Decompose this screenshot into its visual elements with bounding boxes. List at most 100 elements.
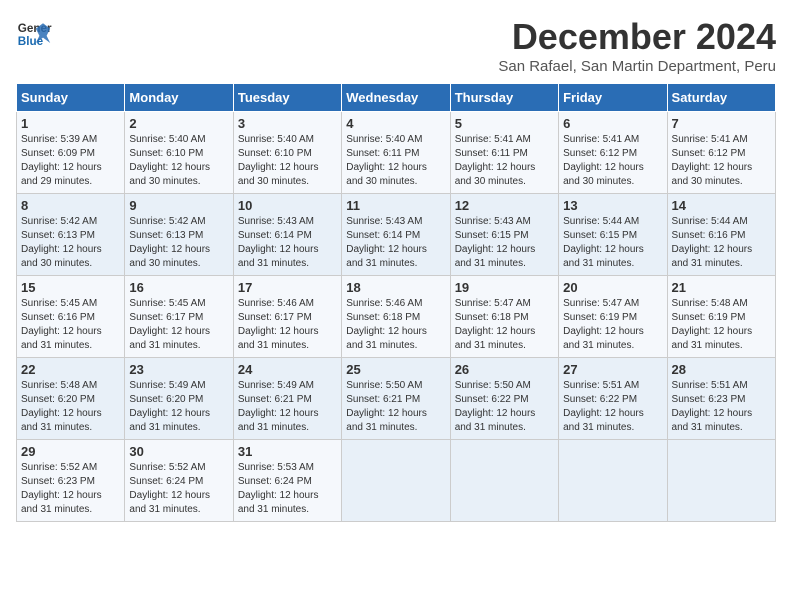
day-detail: Sunrise: 5:52 AMSunset: 6:23 PMDaylight:… — [21, 462, 102, 515]
day-detail: Sunrise: 5:48 AMSunset: 6:19 PMDaylight:… — [672, 298, 753, 351]
calendar-week-row: 1 Sunrise: 5:39 AMSunset: 6:09 PMDayligh… — [17, 112, 776, 194]
day-detail: Sunrise: 5:43 AMSunset: 6:14 PMDaylight:… — [346, 216, 427, 269]
weekday-header-cell: Sunday — [17, 84, 125, 112]
calendar-day-cell: 20 Sunrise: 5:47 AMSunset: 6:19 PMDaylig… — [559, 276, 667, 358]
day-detail: Sunrise: 5:43 AMSunset: 6:14 PMDaylight:… — [238, 216, 319, 269]
day-detail: Sunrise: 5:45 AMSunset: 6:17 PMDaylight:… — [129, 298, 210, 351]
calendar-day-cell: 29 Sunrise: 5:52 AMSunset: 6:23 PMDaylig… — [17, 440, 125, 522]
day-number: 15 — [21, 280, 120, 295]
day-number: 12 — [455, 198, 554, 213]
location-title: San Rafael, San Martin Department, Peru — [498, 58, 776, 75]
day-number: 7 — [672, 116, 771, 131]
calendar-day-cell — [667, 440, 775, 522]
day-detail: Sunrise: 5:48 AMSunset: 6:20 PMDaylight:… — [21, 380, 102, 433]
calendar-day-cell: 1 Sunrise: 5:39 AMSunset: 6:09 PMDayligh… — [17, 112, 125, 194]
calendar-week-row: 29 Sunrise: 5:52 AMSunset: 6:23 PMDaylig… — [17, 440, 776, 522]
calendar-day-cell: 15 Sunrise: 5:45 AMSunset: 6:16 PMDaylig… — [17, 276, 125, 358]
calendar-day-cell: 21 Sunrise: 5:48 AMSunset: 6:19 PMDaylig… — [667, 276, 775, 358]
day-number: 13 — [563, 198, 662, 213]
day-detail: Sunrise: 5:41 AMSunset: 6:12 PMDaylight:… — [563, 134, 644, 187]
day-number: 8 — [21, 198, 120, 213]
weekday-header-cell: Wednesday — [342, 84, 450, 112]
calendar-day-cell: 2 Sunrise: 5:40 AMSunset: 6:10 PMDayligh… — [125, 112, 233, 194]
header: General Blue December 2024 San Rafael, S… — [16, 16, 776, 75]
calendar-day-cell: 26 Sunrise: 5:50 AMSunset: 6:22 PMDaylig… — [450, 358, 558, 440]
calendar-day-cell: 12 Sunrise: 5:43 AMSunset: 6:15 PMDaylig… — [450, 194, 558, 276]
day-number: 16 — [129, 280, 228, 295]
calendar-day-cell — [559, 440, 667, 522]
day-number: 19 — [455, 280, 554, 295]
day-number: 14 — [672, 198, 771, 213]
day-detail: Sunrise: 5:53 AMSunset: 6:24 PMDaylight:… — [238, 462, 319, 515]
day-detail: Sunrise: 5:39 AMSunset: 6:09 PMDaylight:… — [21, 134, 102, 187]
calendar-day-cell: 25 Sunrise: 5:50 AMSunset: 6:21 PMDaylig… — [342, 358, 450, 440]
day-number: 27 — [563, 362, 662, 377]
day-detail: Sunrise: 5:40 AMSunset: 6:10 PMDaylight:… — [238, 134, 319, 187]
calendar-body: 1 Sunrise: 5:39 AMSunset: 6:09 PMDayligh… — [17, 112, 776, 522]
day-detail: Sunrise: 5:50 AMSunset: 6:21 PMDaylight:… — [346, 380, 427, 433]
day-detail: Sunrise: 5:44 AMSunset: 6:16 PMDaylight:… — [672, 216, 753, 269]
day-number: 28 — [672, 362, 771, 377]
day-number: 11 — [346, 198, 445, 213]
logo-icon: General Blue — [16, 16, 52, 52]
calendar-day-cell: 28 Sunrise: 5:51 AMSunset: 6:23 PMDaylig… — [667, 358, 775, 440]
day-number: 5 — [455, 116, 554, 131]
day-detail: Sunrise: 5:40 AMSunset: 6:10 PMDaylight:… — [129, 134, 210, 187]
day-detail: Sunrise: 5:46 AMSunset: 6:17 PMDaylight:… — [238, 298, 319, 351]
day-number: 10 — [238, 198, 337, 213]
calendar-day-cell: 5 Sunrise: 5:41 AMSunset: 6:11 PMDayligh… — [450, 112, 558, 194]
calendar-day-cell: 9 Sunrise: 5:42 AMSunset: 6:13 PMDayligh… — [125, 194, 233, 276]
calendar-day-cell — [450, 440, 558, 522]
day-detail: Sunrise: 5:41 AMSunset: 6:11 PMDaylight:… — [455, 134, 536, 187]
day-detail: Sunrise: 5:43 AMSunset: 6:15 PMDaylight:… — [455, 216, 536, 269]
calendar-day-cell — [342, 440, 450, 522]
calendar-table: SundayMondayTuesdayWednesdayThursdayFrid… — [16, 83, 776, 522]
calendar-day-cell: 13 Sunrise: 5:44 AMSunset: 6:15 PMDaylig… — [559, 194, 667, 276]
title-block: December 2024 San Rafael, San Martin Dep… — [498, 16, 776, 75]
day-number: 20 — [563, 280, 662, 295]
calendar-week-row: 22 Sunrise: 5:48 AMSunset: 6:20 PMDaylig… — [17, 358, 776, 440]
calendar-day-cell: 14 Sunrise: 5:44 AMSunset: 6:16 PMDaylig… — [667, 194, 775, 276]
calendar-day-cell: 8 Sunrise: 5:42 AMSunset: 6:13 PMDayligh… — [17, 194, 125, 276]
day-number: 4 — [346, 116, 445, 131]
calendar-day-cell: 24 Sunrise: 5:49 AMSunset: 6:21 PMDaylig… — [233, 358, 341, 440]
calendar-day-cell: 23 Sunrise: 5:49 AMSunset: 6:20 PMDaylig… — [125, 358, 233, 440]
calendar-day-cell: 30 Sunrise: 5:52 AMSunset: 6:24 PMDaylig… — [125, 440, 233, 522]
day-detail: Sunrise: 5:47 AMSunset: 6:19 PMDaylight:… — [563, 298, 644, 351]
day-number: 31 — [238, 444, 337, 459]
weekday-header-cell: Saturday — [667, 84, 775, 112]
weekday-header-cell: Friday — [559, 84, 667, 112]
calendar-day-cell: 10 Sunrise: 5:43 AMSunset: 6:14 PMDaylig… — [233, 194, 341, 276]
day-number: 29 — [21, 444, 120, 459]
day-number: 30 — [129, 444, 228, 459]
calendar-week-row: 15 Sunrise: 5:45 AMSunset: 6:16 PMDaylig… — [17, 276, 776, 358]
weekday-header-row: SundayMondayTuesdayWednesdayThursdayFrid… — [17, 84, 776, 112]
day-detail: Sunrise: 5:50 AMSunset: 6:22 PMDaylight:… — [455, 380, 536, 433]
day-number: 1 — [21, 116, 120, 131]
day-detail: Sunrise: 5:45 AMSunset: 6:16 PMDaylight:… — [21, 298, 102, 351]
day-number: 21 — [672, 280, 771, 295]
day-detail: Sunrise: 5:44 AMSunset: 6:15 PMDaylight:… — [563, 216, 644, 269]
calendar-day-cell: 17 Sunrise: 5:46 AMSunset: 6:17 PMDaylig… — [233, 276, 341, 358]
day-number: 25 — [346, 362, 445, 377]
day-number: 23 — [129, 362, 228, 377]
calendar-day-cell: 19 Sunrise: 5:47 AMSunset: 6:18 PMDaylig… — [450, 276, 558, 358]
calendar-day-cell: 7 Sunrise: 5:41 AMSunset: 6:12 PMDayligh… — [667, 112, 775, 194]
calendar-day-cell: 18 Sunrise: 5:46 AMSunset: 6:18 PMDaylig… — [342, 276, 450, 358]
day-detail: Sunrise: 5:46 AMSunset: 6:18 PMDaylight:… — [346, 298, 427, 351]
day-detail: Sunrise: 5:49 AMSunset: 6:21 PMDaylight:… — [238, 380, 319, 433]
day-detail: Sunrise: 5:51 AMSunset: 6:23 PMDaylight:… — [672, 380, 753, 433]
day-number: 6 — [563, 116, 662, 131]
day-detail: Sunrise: 5:40 AMSunset: 6:11 PMDaylight:… — [346, 134, 427, 187]
calendar-day-cell: 27 Sunrise: 5:51 AMSunset: 6:22 PMDaylig… — [559, 358, 667, 440]
calendar-day-cell: 16 Sunrise: 5:45 AMSunset: 6:17 PMDaylig… — [125, 276, 233, 358]
weekday-header-cell: Tuesday — [233, 84, 341, 112]
day-detail: Sunrise: 5:41 AMSunset: 6:12 PMDaylight:… — [672, 134, 753, 187]
calendar-week-row: 8 Sunrise: 5:42 AMSunset: 6:13 PMDayligh… — [17, 194, 776, 276]
day-number: 22 — [21, 362, 120, 377]
day-number: 17 — [238, 280, 337, 295]
day-detail: Sunrise: 5:42 AMSunset: 6:13 PMDaylight:… — [21, 216, 102, 269]
day-number: 2 — [129, 116, 228, 131]
day-detail: Sunrise: 5:52 AMSunset: 6:24 PMDaylight:… — [129, 462, 210, 515]
calendar-day-cell: 31 Sunrise: 5:53 AMSunset: 6:24 PMDaylig… — [233, 440, 341, 522]
